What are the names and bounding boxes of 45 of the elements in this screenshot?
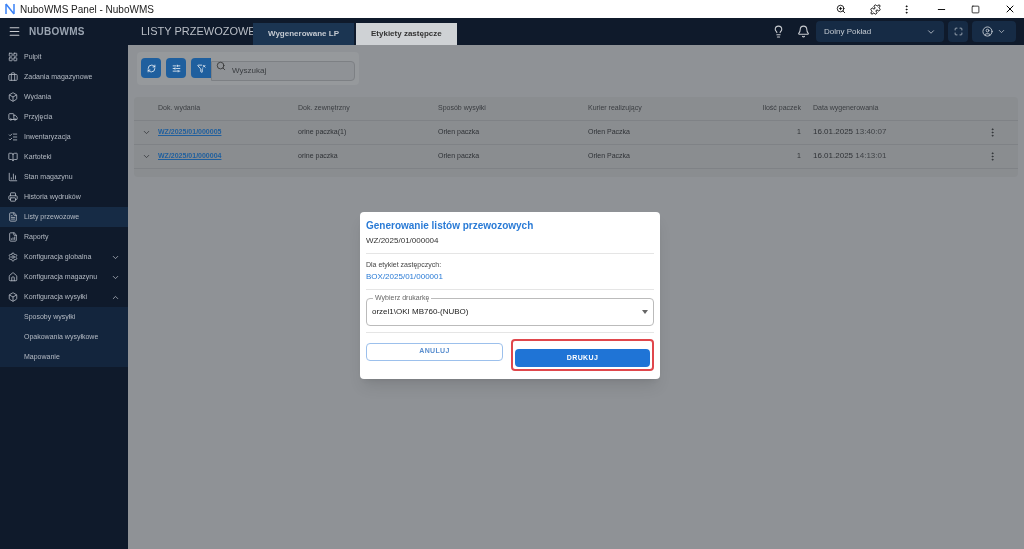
refresh-icon <box>146 63 156 73</box>
dropdown-arrow-icon <box>642 309 648 314</box>
bell-icon[interactable] <box>797 25 810 38</box>
box-icon <box>8 92 18 102</box>
warehouse-select[interactable]: Dolny Pokład <box>816 21 944 42</box>
logo: NUBOWMS <box>29 25 85 39</box>
house-icon <box>8 272 18 282</box>
search-field[interactable]: Wyszukaj <box>211 60 355 81</box>
chevron-down-icon <box>997 27 1006 36</box>
book-icon <box>8 152 18 162</box>
grid-icon <box>8 52 18 62</box>
app-logo-icon <box>4 3 16 15</box>
clear-filter-button[interactable] <box>191 58 211 79</box>
box-icon <box>8 292 18 302</box>
extension-icon[interactable] <box>870 3 881 15</box>
chart-icon <box>8 172 18 182</box>
date-cell-text: 16.01.2025 14:13:01 <box>813 150 888 162</box>
lightbulb-icon[interactable] <box>772 25 785 38</box>
fullscreen-button[interactable] <box>948 21 968 42</box>
dialog-subtitle: WZ/2025/01/000004 <box>366 235 654 254</box>
document-icon <box>8 212 18 222</box>
user-menu-button[interactable] <box>972 21 1016 42</box>
box-link[interactable]: BOX/2025/01/000001 <box>366 270 654 290</box>
sliders-icon <box>171 63 181 73</box>
filter-clear-icon <box>196 63 206 73</box>
date-cell-text: 16.01.2025 13:40:07 <box>813 126 888 138</box>
truck-icon <box>8 112 18 122</box>
fullscreen-icon <box>953 27 963 36</box>
tab[interactable]: Etykiety zastępcze <box>356 23 457 45</box>
briefcase-icon <box>8 72 18 82</box>
refresh-button[interactable] <box>141 58 161 79</box>
maximize-icon[interactable] <box>971 4 980 14</box>
tab[interactable]: Wygenerowane LP <box>253 23 354 45</box>
zoom-icon[interactable] <box>836 4 846 14</box>
user-icon <box>982 26 993 37</box>
gear-icon <box>8 252 18 262</box>
filter-settings-button[interactable] <box>166 58 186 79</box>
page-title: LISTY PRZEWOZOWE <box>141 24 253 40</box>
report-icon <box>8 232 18 242</box>
dialog-title: Generowanie listów przewozowych <box>366 219 535 233</box>
window-title: NuboWMS Panel - NuboWMS <box>20 2 154 17</box>
menu-icon[interactable] <box>8 25 21 38</box>
checklist-icon <box>8 132 18 142</box>
close-icon[interactable] <box>1004 3 1016 15</box>
printer-icon <box>8 192 18 202</box>
